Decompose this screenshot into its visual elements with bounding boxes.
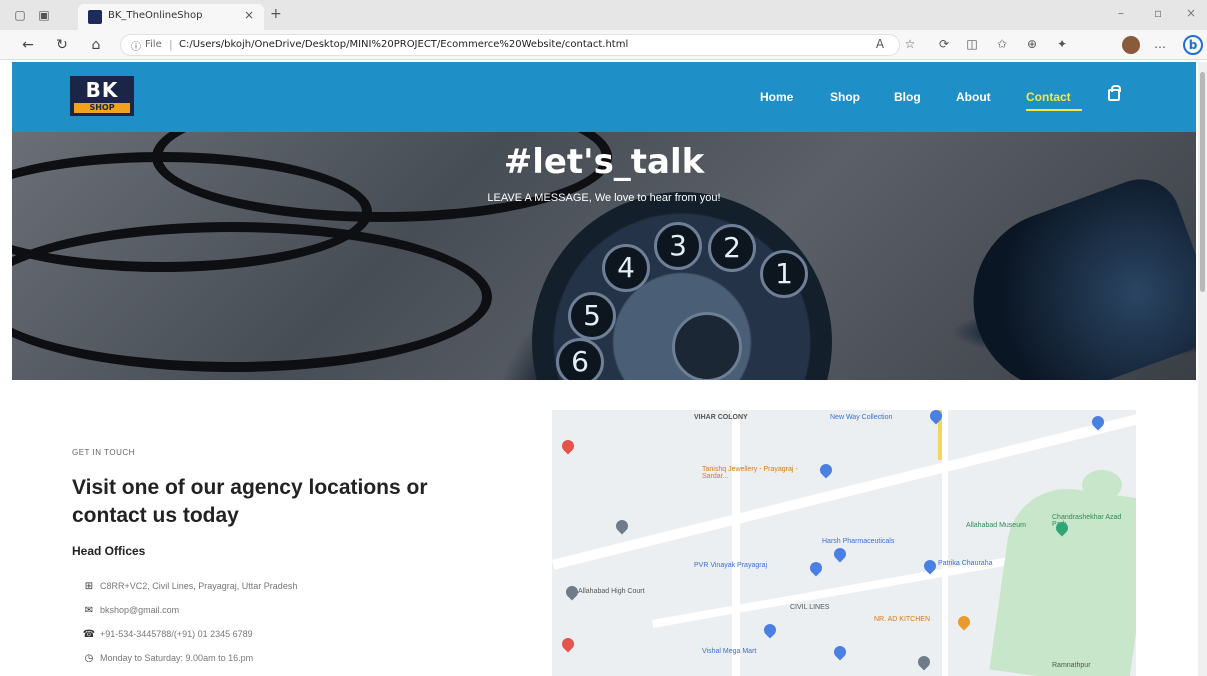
collections-icon[interactable]: ⊕: [1024, 37, 1040, 51]
read-aloud-icon[interactable]: A: [872, 37, 888, 51]
nav-blog[interactable]: Blog: [894, 90, 921, 104]
map-pin-icon[interactable]: [563, 583, 581, 601]
email-text: bkshop@gmail.com: [100, 605, 180, 615]
map-icon: ⊞: [84, 581, 94, 592]
map-label[interactable]: Harsh Pharmaceuticals: [822, 538, 894, 545]
map-label[interactable]: Allahabad Museum: [966, 522, 1026, 529]
nav-shop[interactable]: Shop: [830, 90, 860, 104]
map-pin-icon[interactable]: [807, 559, 825, 577]
map-pin-icon[interactable]: [761, 621, 779, 639]
hero-title: #let's_talk: [503, 142, 705, 182]
site-header: BK SHOP Home Shop Blog About Contact: [12, 62, 1196, 132]
tab-title: BK_TheOnlineShop: [108, 10, 203, 21]
logo-subtext: SHOP: [74, 103, 130, 113]
map-label: CIVIL LINES: [790, 604, 830, 611]
map-label[interactable]: New Way Collection: [830, 414, 892, 421]
map-label[interactable]: Vishal Mega Mart: [702, 648, 756, 655]
logo-text: BK: [85, 78, 119, 102]
more-menu-icon[interactable]: …: [1152, 37, 1168, 51]
nav-contact[interactable]: Contact: [1026, 90, 1071, 104]
map-road: [942, 410, 948, 676]
browser-tab[interactable]: BK_TheOnlineShop ×: [78, 4, 264, 30]
info-icon[interactable]: ⓘ: [131, 38, 141, 53]
hours-text: Monday to Saturday: 9.00am to 16.pm: [100, 653, 254, 663]
map-pin-icon[interactable]: [613, 517, 631, 535]
browser-toolbar: ← ↻ ⌂ ⓘ File | C:/Users/bkojh/OneDrive/D…: [0, 30, 1207, 60]
map-park: [1082, 470, 1122, 500]
address-bar[interactable]: ⓘ File | C:/Users/bkojh/OneDrive/Desktop…: [120, 34, 900, 56]
url-separator: |: [169, 38, 173, 51]
shopping-bag-icon[interactable]: [1108, 85, 1121, 101]
section-eyebrow: GET IN TOUCH: [72, 448, 135, 457]
scrollbar-thumb[interactable]: [1200, 72, 1205, 292]
map-label: Ramnathpur: [1052, 662, 1091, 669]
dial-digit: 1: [760, 250, 808, 298]
close-window-icon[interactable]: ×: [1186, 6, 1196, 20]
minimize-icon[interactable]: –: [1118, 6, 1124, 20]
nav-home[interactable]: Home: [760, 90, 793, 104]
browser-tab-bar: ▢ ▣ BK_TheOnlineShop × + – ▫ ×: [0, 0, 1207, 30]
map-pin-icon[interactable]: [559, 437, 577, 455]
favorites-icon[interactable]: ✩: [994, 37, 1010, 51]
dial-digit: 4: [602, 244, 650, 292]
phone-icon: ☎: [82, 629, 96, 640]
hero-banner: 4 3 2 1 5 6 #let's_talk LEAVE A MESSAGE,…: [12, 132, 1196, 380]
bing-copilot-icon[interactable]: b: [1183, 35, 1203, 55]
clock-icon: ◷: [84, 653, 94, 664]
map-label[interactable]: Patrika Chauraha: [938, 560, 992, 567]
map-label[interactable]: Allahabad High Court: [578, 588, 645, 595]
map-pin-icon[interactable]: [955, 613, 973, 631]
head-offices-title: Head Offices: [72, 544, 146, 558]
map-pin-icon[interactable]: [915, 653, 933, 671]
dial-digit: 6: [556, 338, 604, 380]
google-map[interactable]: VIHAR COLONY New Way Collection Tanishq …: [552, 410, 1136, 676]
map-pin-icon[interactable]: [559, 635, 577, 653]
contact-details: GET IN TOUCH Visit one of our agency loc…: [72, 410, 502, 676]
site-favicon-icon: [88, 10, 102, 24]
back-icon[interactable]: ←: [20, 37, 36, 53]
map-label: VIHAR COLONY: [694, 414, 748, 421]
new-tab-icon[interactable]: +: [270, 6, 282, 22]
address-text: C8RR+VC2, Civil Lines, Prayagraj, Uttar …: [100, 581, 298, 591]
url-scheme: File: [145, 39, 162, 50]
extensions-icon[interactable]: ⟳: [936, 37, 952, 51]
url-text: C:/Users/bkojh/OneDrive/Desktop/MINI%20P…: [179, 39, 629, 50]
dial-digit: 5: [568, 292, 616, 340]
map-label[interactable]: NR. AD KITCHEN: [874, 616, 930, 623]
dial-digit: 2: [708, 224, 756, 272]
phone-text: +91-534-3445788/(+91) 01 2345 6789: [100, 629, 253, 639]
close-tab-icon[interactable]: ×: [244, 8, 254, 22]
active-nav-underline: [1026, 109, 1082, 111]
profile-avatar[interactable]: [1122, 36, 1140, 54]
map-pin-icon[interactable]: [817, 461, 835, 479]
maximize-icon[interactable]: ▫: [1154, 6, 1162, 20]
split-screen-icon[interactable]: ◫: [964, 37, 980, 51]
hero-subtitle: LEAVE A MESSAGE, We love to hear from yo…: [487, 192, 721, 204]
contact-heading: Visit one of our agency locations or con…: [72, 476, 428, 527]
dial-digit: 3: [654, 222, 702, 270]
envelope-icon: ✉: [84, 605, 94, 616]
map-pin-icon[interactable]: [831, 643, 849, 661]
map-road: [732, 410, 740, 676]
map-park: [989, 481, 1136, 676]
refresh-icon[interactable]: ↻: [54, 37, 70, 53]
nav-about[interactable]: About: [956, 90, 991, 104]
cable-decoration: [12, 222, 492, 372]
workspaces-icon[interactable]: ▢: [12, 7, 28, 23]
home-icon[interactable]: ⌂: [88, 37, 104, 53]
favorite-star-icon[interactable]: ☆: [902, 37, 918, 51]
map-pin-icon[interactable]: [831, 545, 849, 563]
tab-actions-icon[interactable]: ▣: [36, 7, 52, 23]
extension-icon[interactable]: ✦: [1054, 37, 1070, 51]
map-label[interactable]: Tanishq Jewellery - Prayagraj - Sardar..…: [702, 466, 812, 480]
dial-center: [672, 312, 742, 380]
map-label[interactable]: PVR Vinayak Prayagraj: [694, 562, 767, 569]
site-logo[interactable]: BK SHOP: [70, 76, 134, 116]
